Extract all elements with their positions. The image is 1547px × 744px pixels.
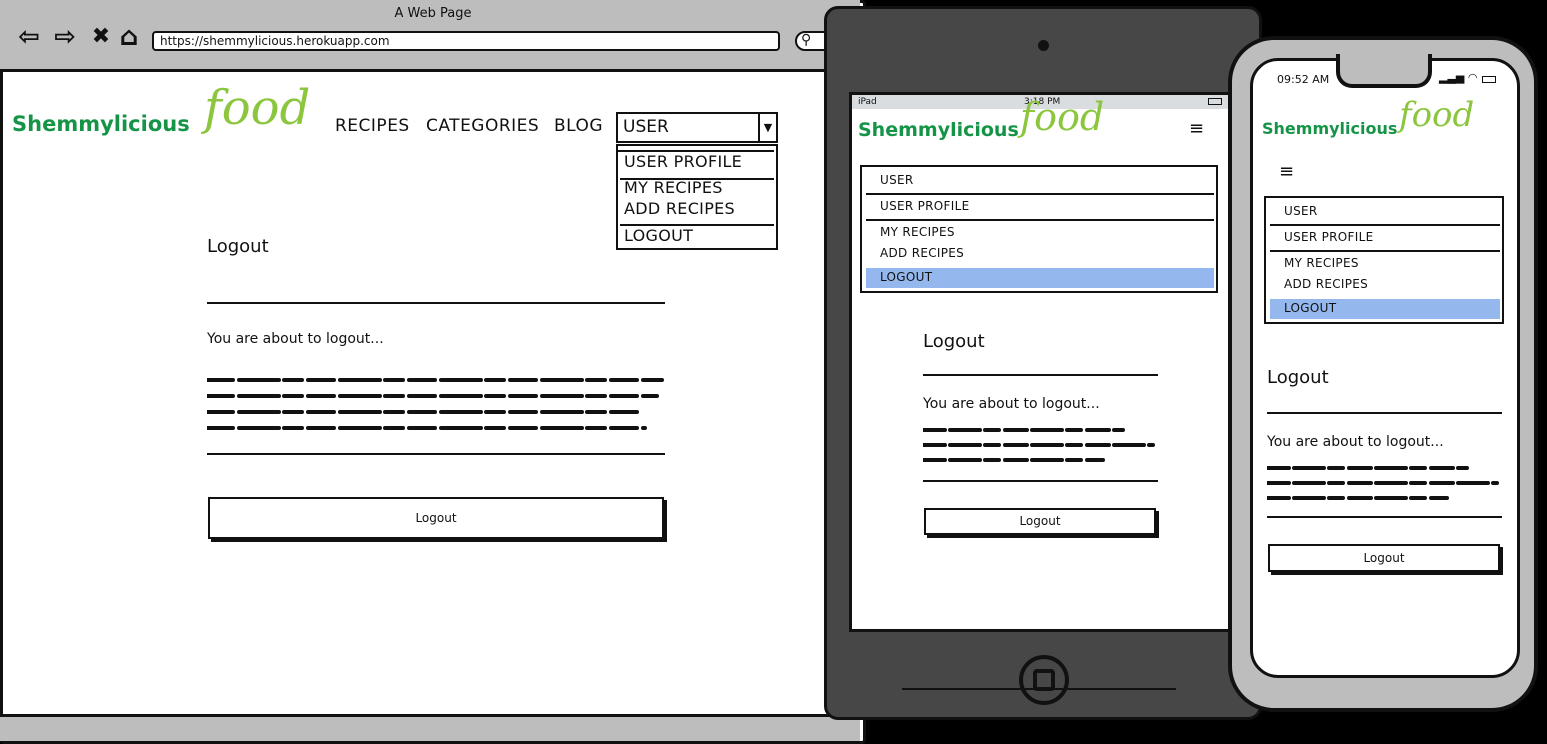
logout-button[interactable]: Logout <box>208 497 664 539</box>
menu-add-recipes[interactable]: ADD RECIPES <box>624 199 735 218</box>
divider <box>618 150 774 152</box>
camera-icon <box>1038 40 1049 51</box>
hamburger-icon[interactable]: ≡ <box>1189 118 1204 139</box>
placeholder-text <box>1267 466 1499 500</box>
back-icon[interactable]: ⇦ <box>14 22 44 52</box>
menu-user[interactable]: USER <box>880 173 914 187</box>
logo-script: food <box>1020 95 1105 139</box>
home-button-icon <box>1033 669 1055 691</box>
hamburger-icon[interactable]: ≡ <box>1279 161 1294 182</box>
logout-message: You are about to logout... <box>1267 434 1444 450</box>
menu-my-recipes[interactable]: MY RECIPES <box>624 178 723 197</box>
menu-my-recipes[interactable]: MY RECIPES <box>1284 256 1359 270</box>
placeholder-text <box>207 378 664 430</box>
battery-icon <box>1208 98 1222 105</box>
menu-user-profile[interactable]: USER PROFILE <box>624 152 742 171</box>
logout-message: You are about to logout... <box>923 396 1100 412</box>
menu-logout[interactable]: LOGOUT <box>880 270 932 284</box>
logo-wordmark[interactable]: Shemmylicious <box>1262 119 1397 138</box>
logo-script: food <box>204 80 311 136</box>
browser-statusbar <box>0 714 860 741</box>
url-bar[interactable]: https://shemmylicious.herokuapp.com <box>152 31 780 51</box>
menu-user[interactable]: USER <box>1284 204 1318 218</box>
close-icon[interactable]: ✖ <box>86 22 116 52</box>
page-title: Logout <box>1267 367 1329 388</box>
divider <box>866 219 1214 221</box>
forward-icon[interactable]: ⇨ <box>50 22 80 52</box>
nav-categories[interactable]: CATEGORIES <box>426 116 539 136</box>
page-title: Logout <box>923 331 985 352</box>
user-dropdown[interactable]: USER <box>616 112 778 143</box>
logo-script: food <box>1399 95 1475 135</box>
user-menu: USER PROFILE MY RECIPES ADD RECIPES LOGO… <box>616 144 778 250</box>
divider <box>207 453 665 455</box>
menu-user-profile[interactable]: USER PROFILE <box>1284 230 1373 244</box>
device-label: iPad <box>858 97 877 107</box>
menu-user-profile[interactable]: USER PROFILE <box>880 199 969 213</box>
divider <box>1270 250 1500 252</box>
logout-button[interactable]: Logout <box>924 508 1156 535</box>
chevron-down-icon[interactable]: ▼ <box>758 112 778 143</box>
logout-button[interactable]: Logout <box>1268 544 1500 572</box>
placeholder-text <box>923 428 1155 462</box>
user-dropdown-label: USER <box>623 117 669 137</box>
signal-icon: ▂▃▅ ◠ <box>1439 71 1478 84</box>
window-title: A Web Page <box>394 6 472 21</box>
nav-recipes[interactable]: RECIPES <box>335 116 410 136</box>
phone-notch <box>1336 54 1432 88</box>
menu-my-recipes[interactable]: MY RECIPES <box>880 225 955 239</box>
divider <box>923 374 1158 376</box>
menu-logout[interactable]: LOGOUT <box>1284 301 1336 315</box>
divider <box>923 480 1158 482</box>
home-icon[interactable]: ⌂ <box>114 22 144 52</box>
phone-screen: 09:52 AM ▂▃▅ ◠ Shemmylicious food ≡ USER… <box>1250 58 1520 678</box>
logout-message: You are about to logout... <box>207 331 384 347</box>
nav-blog[interactable]: BLOG <box>554 116 603 136</box>
divider <box>1267 412 1502 414</box>
phone-clock: 09:52 AM <box>1277 73 1330 86</box>
user-menu: USER USER PROFILE MY RECIPES ADD RECIPES… <box>860 165 1218 293</box>
divider <box>207 302 665 304</box>
page-title: Logout <box>207 236 269 257</box>
tablet-screen: iPad 3:18 PM Shemmylicious food ≡ USER U… <box>849 92 1231 632</box>
logo-wordmark[interactable]: Shemmylicious <box>12 112 190 136</box>
user-menu: USER USER PROFILE MY RECIPES ADD RECIPES… <box>1264 196 1504 324</box>
menu-add-recipes[interactable]: ADD RECIPES <box>1284 277 1368 291</box>
menu-logout[interactable]: LOGOUT <box>624 226 693 245</box>
divider <box>1270 224 1500 226</box>
battery-icon <box>1482 76 1496 83</box>
menu-add-recipes[interactable]: ADD RECIPES <box>880 246 964 260</box>
divider <box>866 193 1214 195</box>
logo-wordmark[interactable]: Shemmylicious <box>858 119 1019 141</box>
divider <box>1267 516 1502 518</box>
